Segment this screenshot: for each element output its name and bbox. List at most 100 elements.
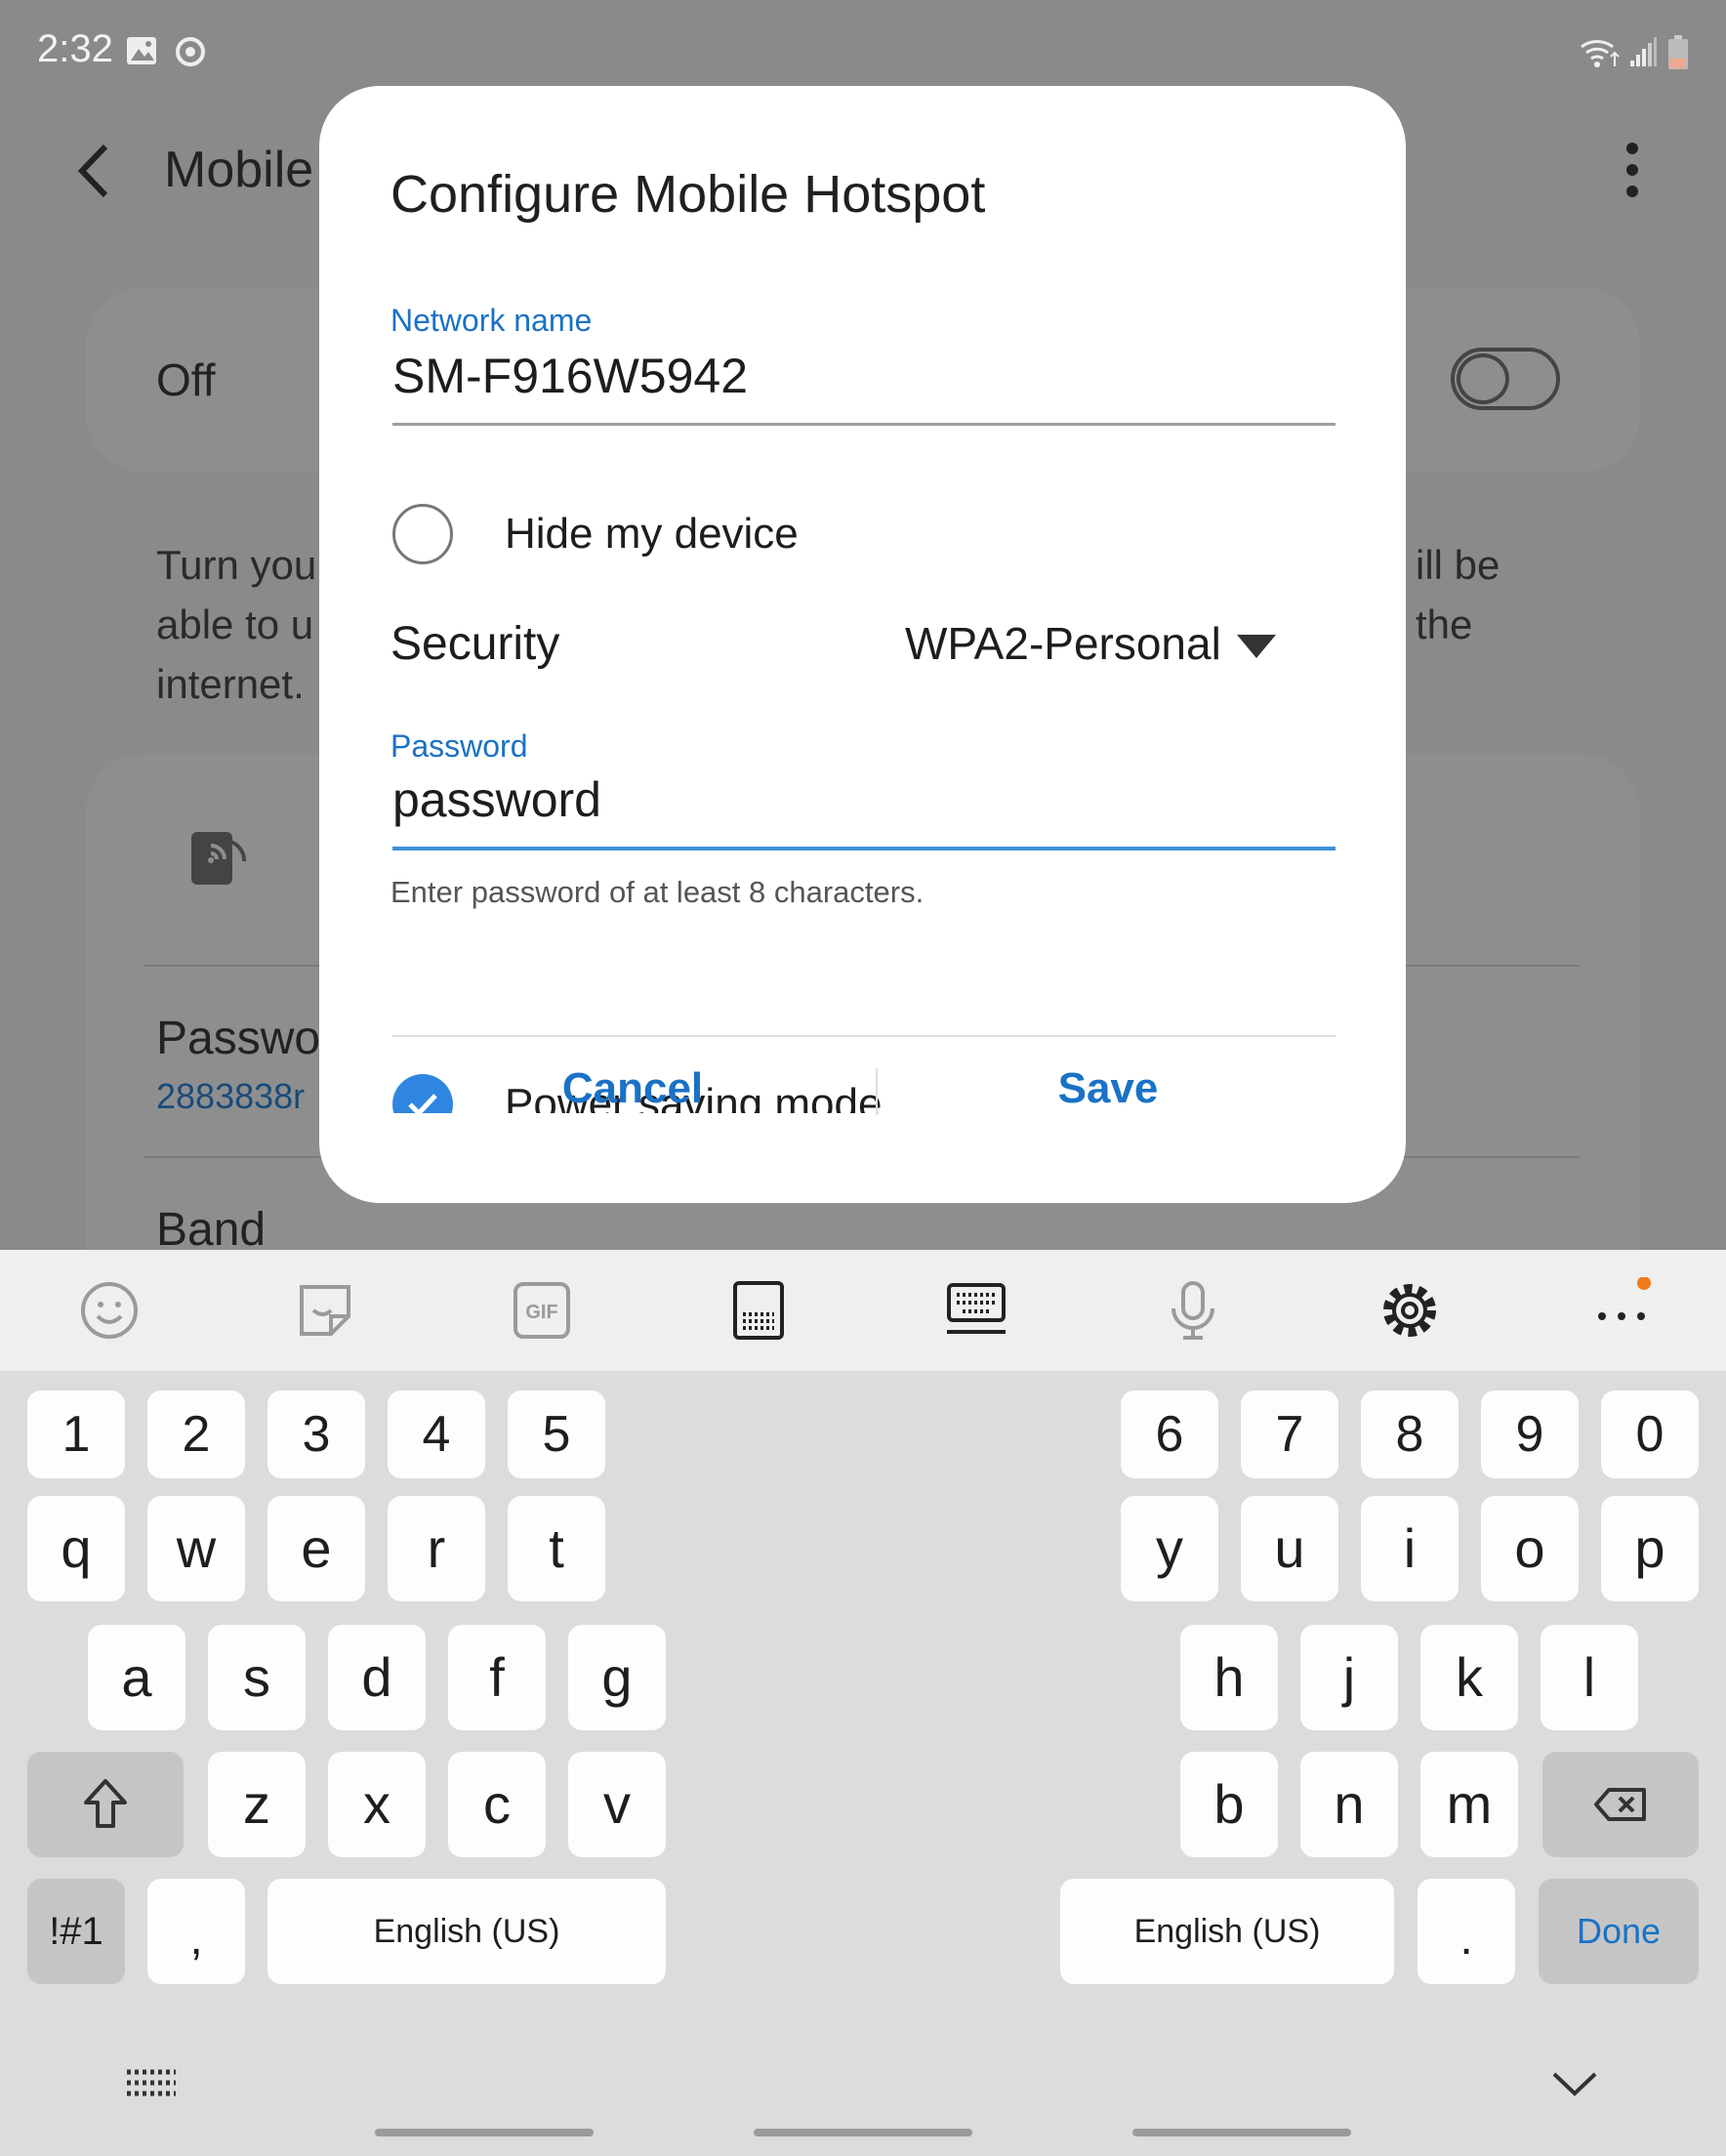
keyboard: GIF 1 2 3 4 5 6 7 8 9 0 q w e r t y u i o p a s d f g h j k l z x c v b n m… — [0, 1250, 1726, 2156]
band-setting-label: Band — [156, 1204, 267, 1256]
key-letter[interactable]: b — [1180, 1752, 1278, 1857]
key-letter[interactable]: c — [448, 1752, 546, 1857]
space-key[interactable]: English (US) — [1060, 1879, 1394, 1984]
key-label: 2 — [182, 1406, 211, 1463]
key-label: z — [243, 1773, 270, 1835]
key-number[interactable]: 2 — [147, 1390, 245, 1478]
key-letter[interactable]: f — [448, 1625, 546, 1730]
key-letter[interactable]: q — [27, 1496, 125, 1601]
battery-icon — [1668, 35, 1688, 69]
hide-device-label[interactable]: Hide my device — [505, 510, 799, 559]
hide-device-checkbox[interactable] — [392, 504, 453, 564]
period-key[interactable]: . — [1418, 1879, 1515, 1984]
save-button[interactable]: Save — [952, 1064, 1264, 1113]
button-separator — [876, 1068, 878, 1115]
done-key[interactable]: Done — [1539, 1879, 1699, 1984]
key-label: n — [1334, 1773, 1365, 1835]
key-number[interactable]: 9 — [1481, 1390, 1579, 1478]
key-number[interactable]: 4 — [388, 1390, 485, 1478]
split-keyboard-icon[interactable] — [943, 1277, 1009, 1344]
more-options-icon[interactable] — [1613, 139, 1652, 201]
gif-icon[interactable]: GIF — [509, 1277, 575, 1344]
key-letter[interactable]: x — [328, 1752, 426, 1857]
key-letter[interactable]: l — [1541, 1625, 1638, 1730]
status-time: 2:32 — [37, 27, 113, 70]
key-number[interactable]: 6 — [1121, 1390, 1218, 1478]
comma-key[interactable]: , — [147, 1879, 245, 1984]
key-letter[interactable]: i — [1361, 1496, 1459, 1601]
nav-recents-bar[interactable] — [375, 2129, 594, 2136]
keyboard-hide-icon[interactable] — [123, 2066, 180, 2099]
hotspot-toggle-label: Off — [156, 354, 216, 405]
gallery-notification-icon — [127, 37, 156, 64]
page-title: Mobile — [164, 142, 314, 198]
key-letter[interactable]: m — [1420, 1752, 1518, 1857]
key-letter[interactable]: y — [1121, 1496, 1218, 1601]
key-letter[interactable]: o — [1481, 1496, 1579, 1601]
hotspot-description-tail: ill be the — [1416, 542, 1500, 647]
key-label: , — [189, 1913, 203, 1965]
key-letter[interactable]: h — [1180, 1625, 1278, 1730]
more-icon[interactable] — [1588, 1277, 1655, 1344]
dropdown-triangle-icon[interactable] — [1237, 635, 1276, 660]
nav-back-bar[interactable] — [1132, 2129, 1351, 2136]
key-number[interactable]: 8 — [1361, 1390, 1459, 1478]
key-letter[interactable]: v — [568, 1752, 666, 1857]
nav-home-bar[interactable] — [754, 2129, 972, 2136]
keyboard-layout-icon[interactable] — [725, 1277, 792, 1344]
key-letter[interactable]: d — [328, 1625, 426, 1730]
key-label: Done — [1576, 1911, 1662, 1951]
hotspot-switch[interactable] — [1451, 348, 1560, 410]
key-number[interactable]: 5 — [508, 1390, 605, 1478]
password-input[interactable]: password — [392, 771, 601, 828]
key-number[interactable]: 1 — [27, 1390, 125, 1478]
key-label: r — [427, 1517, 446, 1579]
key-letter[interactable]: p — [1601, 1496, 1699, 1601]
key-label: x — [363, 1773, 390, 1835]
key-letter[interactable]: n — [1300, 1752, 1398, 1857]
key-letter[interactable]: s — [208, 1625, 306, 1730]
sticker-icon[interactable] — [292, 1277, 358, 1344]
key-letter[interactable]: g — [568, 1625, 666, 1730]
key-number[interactable]: 3 — [267, 1390, 365, 1478]
key-letter[interactable]: j — [1300, 1625, 1398, 1730]
key-letter[interactable]: k — [1420, 1625, 1518, 1730]
key-label: g — [601, 1646, 633, 1708]
key-letter[interactable]: a — [88, 1625, 185, 1730]
password-underline — [392, 847, 1336, 850]
key-letter[interactable]: t — [508, 1496, 605, 1601]
power-saving-checkbox[interactable] — [392, 1074, 453, 1113]
microphone-icon[interactable] — [1160, 1277, 1226, 1344]
key-label: c — [483, 1773, 511, 1835]
key-label: p — [1634, 1517, 1665, 1579]
emoji-icon[interactable] — [76, 1277, 143, 1344]
cancel-button[interactable]: Cancel — [476, 1064, 789, 1113]
back-arrow-icon[interactable] — [70, 137, 119, 205]
network-name-input[interactable]: SM-F916W5942 — [392, 348, 748, 404]
key-letter[interactable]: z — [208, 1752, 306, 1857]
key-label: w — [176, 1517, 217, 1579]
security-dropdown[interactable]: WPA2-Personal — [905, 617, 1221, 670]
key-number[interactable]: 7 — [1241, 1390, 1338, 1478]
key-letter[interactable]: u — [1241, 1496, 1338, 1601]
shift-key[interactable] — [27, 1752, 184, 1857]
key-label: 5 — [542, 1406, 571, 1463]
chevron-down-icon[interactable] — [1550, 2066, 1599, 2099]
key-label: j — [1342, 1646, 1356, 1708]
password-helper-text: Enter password of at least 8 characters. — [390, 875, 925, 909]
configure-hotspot-dialog: Configure Mobile Hotspot Network name SM… — [319, 86, 1406, 1203]
key-letter[interactable]: w — [147, 1496, 245, 1601]
gear-icon[interactable] — [1377, 1277, 1443, 1344]
key-number[interactable]: 0 — [1601, 1390, 1699, 1478]
scroll-divider — [392, 1035, 1336, 1037]
symbols-key[interactable]: !#1 — [27, 1879, 125, 1984]
network-name-underline — [392, 423, 1336, 426]
keyboard-toolbar: GIF — [0, 1250, 1726, 1371]
key-letter[interactable]: r — [388, 1496, 485, 1601]
space-key[interactable]: English (US) — [267, 1879, 666, 1984]
key-letter[interactable]: e — [267, 1496, 365, 1601]
key-label: s — [243, 1646, 270, 1708]
key-label: i — [1403, 1517, 1417, 1579]
key-label: !#1 — [49, 1910, 103, 1953]
backspace-key[interactable] — [1542, 1752, 1699, 1857]
